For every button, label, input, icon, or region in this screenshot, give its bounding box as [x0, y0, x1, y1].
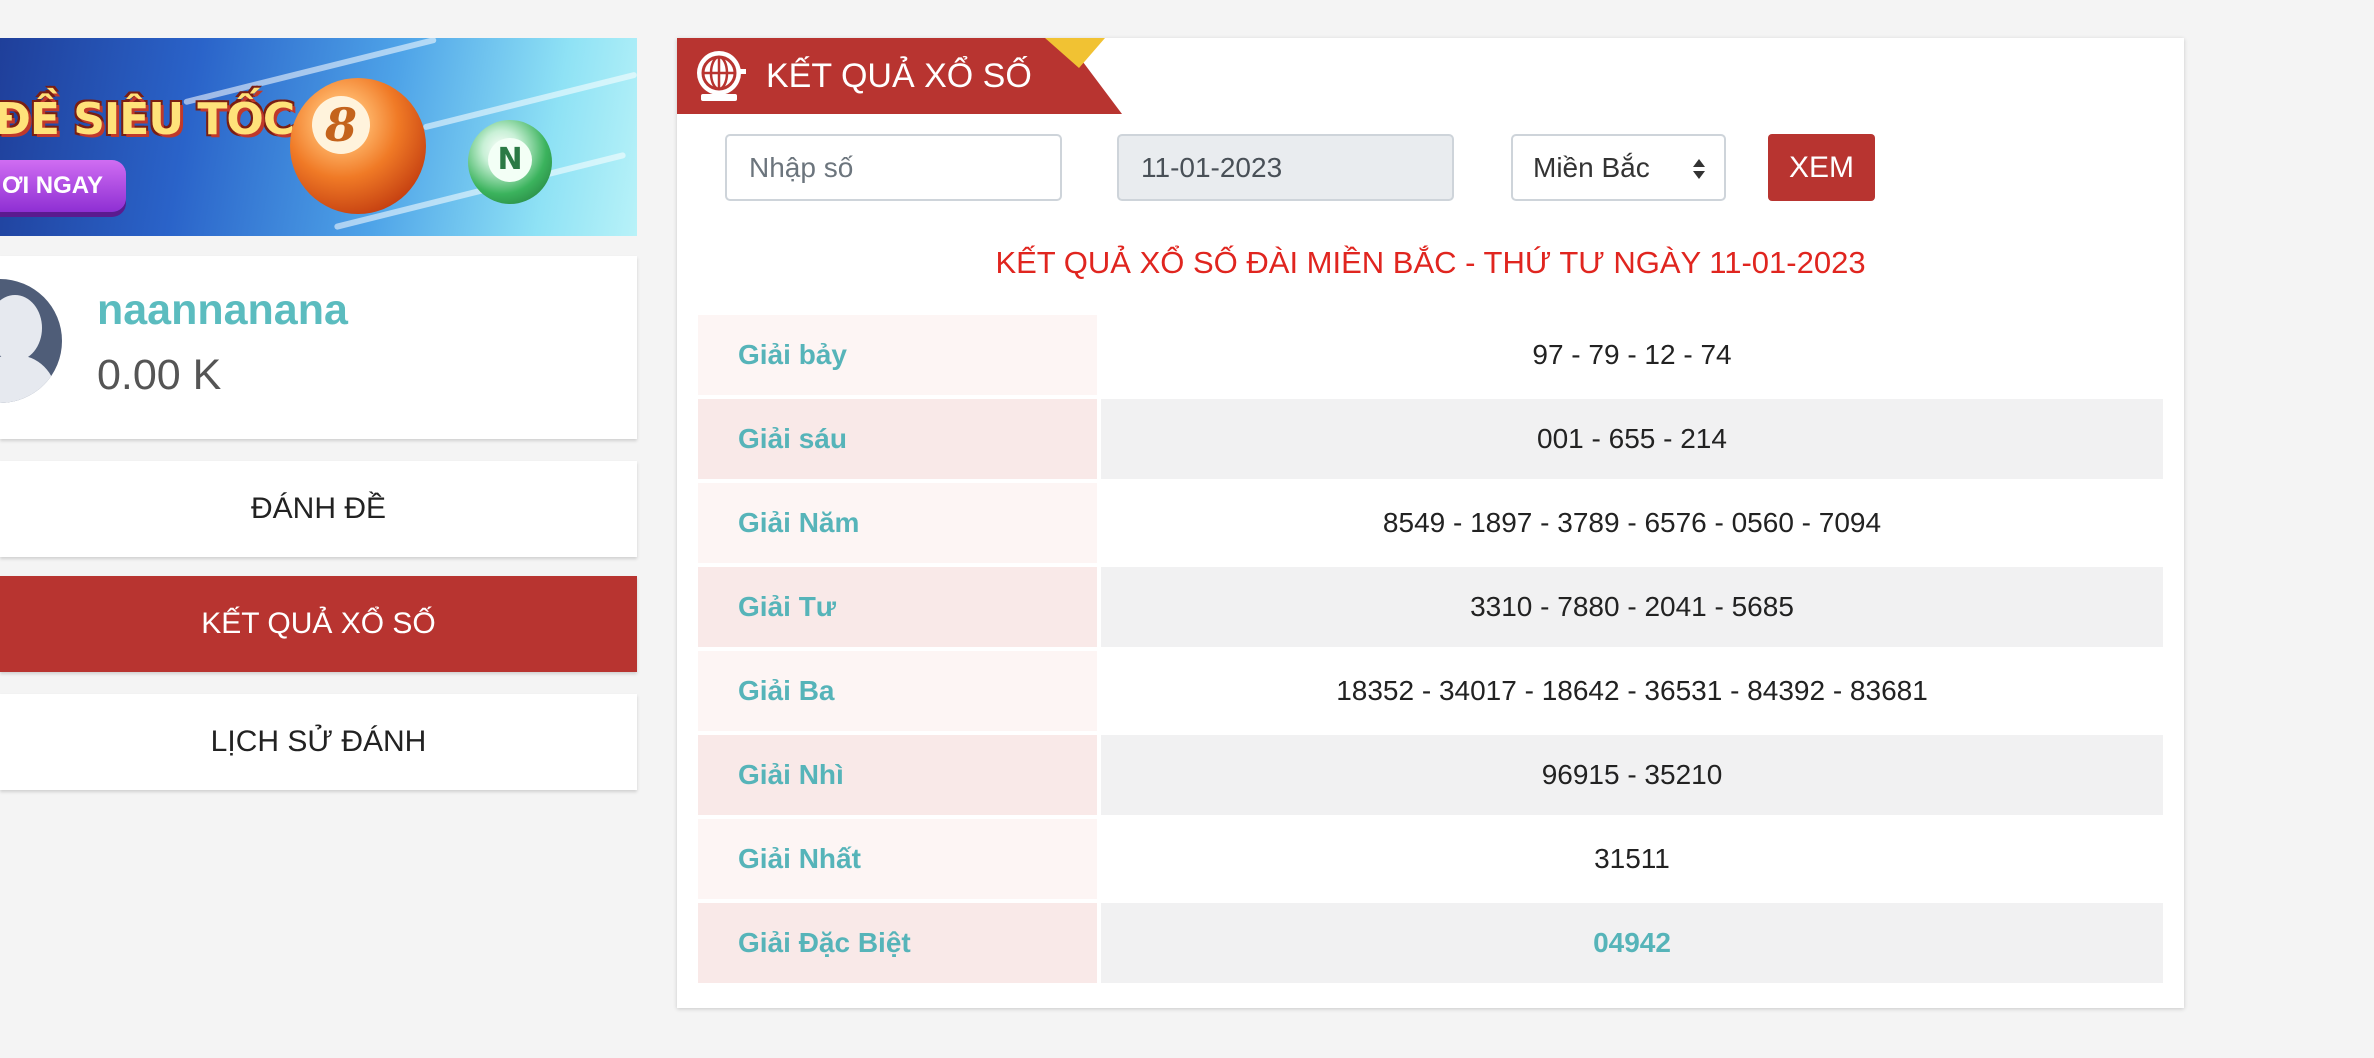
prize-label: Giải Đặc Biệt	[698, 903, 1097, 983]
menu-item-danh-de[interactable]: ĐÁNH ĐỀ	[0, 461, 637, 557]
banner-title: ĐỀ SIÊU TỐC	[0, 94, 295, 145]
promo-banner[interactable]: ĐỀ SIÊU TỐC ƠI NGAY 8 N	[0, 38, 637, 236]
lottery-ball-8-image: 8	[290, 78, 426, 214]
lottery-cage-icon	[697, 51, 746, 101]
prize-label: Giải bảy	[698, 315, 1097, 395]
prize-label: Giải Nhất	[698, 819, 1097, 899]
region-select-value: Miền Bắc	[1533, 152, 1650, 183]
ball-number: 8	[312, 96, 370, 154]
result-heading: KẾT QUẢ XỔ SỐ ĐÀI MIỀN BẮC - THỨ TƯ NGÀY…	[995, 245, 1866, 280]
table-row: Giải Nhất 31511	[698, 819, 2163, 903]
prize-label: Giải Năm	[698, 483, 1097, 563]
number-search-input[interactable]	[725, 134, 1062, 201]
table-row: Giải sáu 001 - 655 - 214	[698, 399, 2163, 483]
prize-numbers: 8549 - 1897 - 3789 - 6576 - 0560 - 7094	[1101, 483, 2163, 563]
table-row: Giải Nhì 96915 - 35210	[698, 735, 2163, 819]
prize-label: Giải Tư	[698, 567, 1097, 647]
avatar	[0, 279, 62, 403]
region-select[interactable]: Miền Bắc	[1511, 134, 1726, 201]
user-card: naannanana 0.00 K	[0, 256, 637, 439]
prize-numbers: 18352 - 34017 - 18642 - 36531 - 84392 - …	[1101, 651, 2163, 731]
results-table: Giải bảy 97 - 79 - 12 - 74 Giải sáu 001 …	[698, 315, 2163, 987]
banner-play-button[interactable]: ƠI NGAY	[0, 160, 126, 212]
account-balance: 0.00 K	[97, 351, 222, 399]
lottery-ball-green-image: N	[468, 120, 552, 204]
select-arrows-icon	[1693, 159, 1705, 179]
prize-label: Giải Nhì	[698, 735, 1097, 815]
username: naannanana	[97, 286, 348, 334]
table-row: Giải Năm 8549 - 1897 - 3789 - 6576 - 056…	[698, 483, 2163, 567]
prize-numbers: 97 - 79 - 12 - 74	[1101, 315, 2163, 395]
panel-title: KẾT QUẢ XỔ SỐ	[766, 57, 1032, 95]
table-row: Giải bảy 97 - 79 - 12 - 74	[698, 315, 2163, 399]
view-results-button[interactable]: XEM	[1768, 134, 1875, 201]
table-row: Giải Tư 3310 - 7880 - 2041 - 5685	[698, 567, 2163, 651]
table-row: Giải Ba 18352 - 34017 - 18642 - 36531 - …	[698, 651, 2163, 735]
menu-item-lich-su-danh[interactable]: LỊCH SỬ ĐÁNH	[0, 694, 637, 790]
ball-number: N	[488, 138, 532, 182]
prize-label: Giải sáu	[698, 399, 1097, 479]
prize-numbers: 96915 - 35210	[1101, 735, 2163, 815]
lottery-results-panel: KẾT QUẢ XỔ SỐ Miền Bắc XEM KẾT QUẢ XỔ SỐ…	[677, 38, 2184, 1008]
table-row-special-prize: Giải Đặc Biệt 04942	[698, 903, 2163, 987]
menu-item-ket-qua-xo-so[interactable]: KẾT QUẢ XỔ SỐ	[0, 576, 637, 672]
prize-numbers: 001 - 655 - 214	[1101, 399, 2163, 479]
prize-label: Giải Ba	[698, 651, 1097, 731]
date-field[interactable]	[1117, 134, 1454, 201]
prize-numbers: 3310 - 7880 - 2041 - 5685	[1101, 567, 2163, 647]
prize-numbers: 31511	[1101, 819, 2163, 899]
special-prize-numbers: 04942	[1101, 903, 2163, 983]
